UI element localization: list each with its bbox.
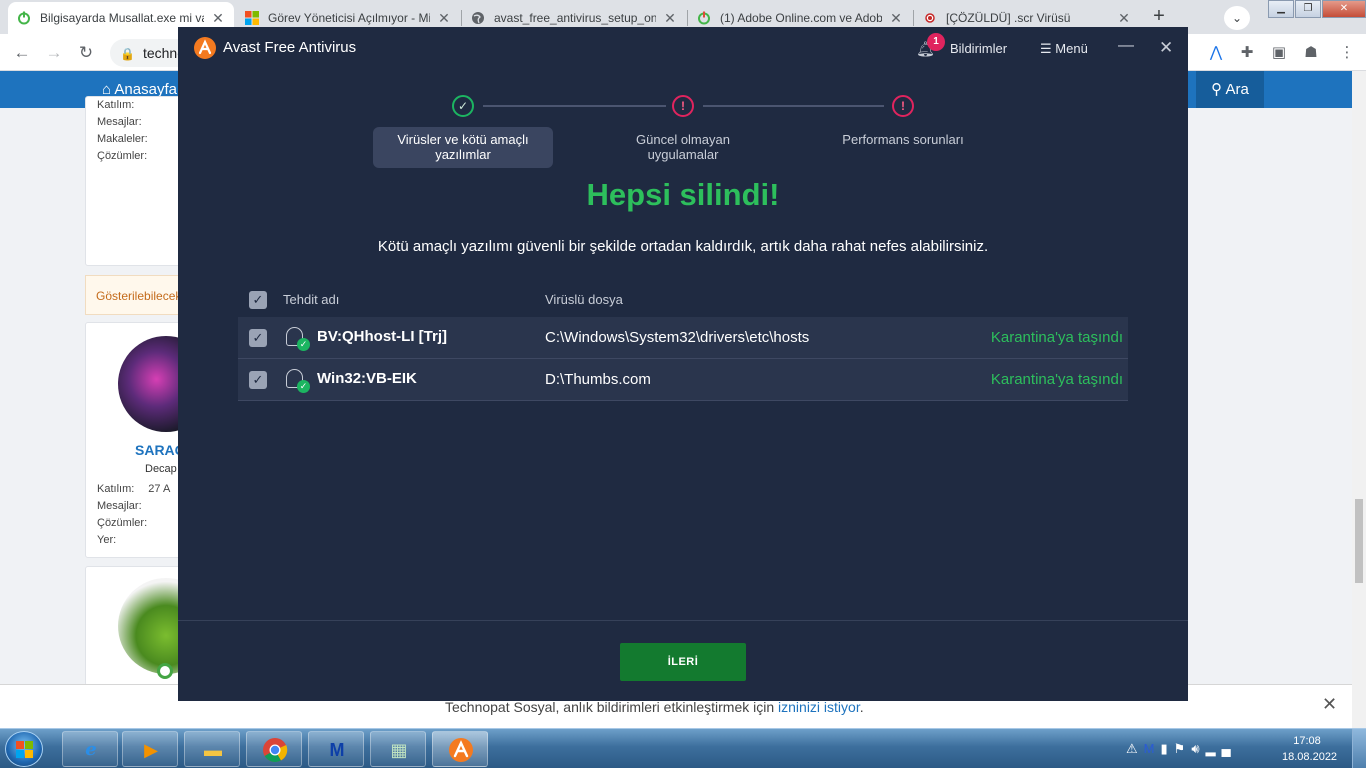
user-stats: Katılım: 27 A Mesajlar: Çözümler: Yer: [97,483,171,546]
minimize-window-button[interactable]: ▁ [1268,0,1294,18]
clock[interactable]: 17:08 18.08.2022 [1282,733,1337,765]
back-arrow-icon[interactable]: ← [10,41,34,65]
close-tab-icon[interactable]: ✕ [1116,10,1132,27]
column-header-file: Virüslü dosya [545,292,623,307]
ghost-threat-icon: ✓ [286,369,310,393]
search-icon: ⚲ [1211,81,1226,98]
network-warning-icon[interactable]: ⚑ [1174,741,1192,756]
restore-window-button[interactable]: ❐ [1295,0,1321,18]
menu-button[interactable]: ☰ Menü [1040,41,1088,57]
avast-icon[interactable] [432,731,488,767]
permission-link[interactable]: izninizi istiyor [778,699,860,715]
page-scrollbar[interactable] [1352,71,1366,729]
close-button[interactable]: ✕ [1159,38,1173,58]
threat-status: Karantina'ya taşındı [990,371,1123,388]
column-header-threat: Tehdit adı [283,292,340,307]
battery-icon[interactable]: ▮ [1161,741,1174,756]
media-player-icon[interactable]: ▶ [122,731,178,767]
malwarebytes-icon[interactable]: M [308,731,364,767]
user-stats: Katılım: Mesajlar: Makaleler: Çözümler: [97,99,148,162]
malwarebytes-tray-icon[interactable]: M [1144,741,1161,756]
profile-avatar-icon[interactable]: ☗ [1300,42,1322,64]
step-warning-icon: ! [892,95,914,117]
extension-icon[interactable]: ⋀ [1205,42,1227,64]
more-menu-icon[interactable]: ⋮ [1336,42,1358,64]
user-role: Decap [145,463,177,475]
step-warning-icon: ! [672,95,694,117]
step-done-check-icon: ✓ [452,95,474,117]
footer-divider [178,620,1188,621]
power-icon [696,10,712,26]
power-icon [16,10,32,26]
notifications-button[interactable]: Bildirimler [950,41,1007,56]
stepper-line [483,105,666,107]
threat-name: BV:QHhost-LI [Trj] [317,328,447,345]
close-tab-icon[interactable]: ✕ [662,10,678,27]
tab-search-icon[interactable]: ⌄ [1224,6,1250,30]
result-description: Kötü amaçlı yazılımı güvenli bir şekilde… [377,238,989,255]
new-tab-button[interactable]: + [1148,6,1170,28]
scrollbar-thumb[interactable] [1355,499,1363,583]
stepper-line [703,105,884,107]
table-row[interactable]: ✓ ✓ Win32:VB-EIK D:\Thumbs.com Karantina… [238,359,1128,401]
side-panel-icon[interactable]: ▣ [1268,42,1290,64]
volume-icon[interactable]: 🔊︎ [1191,741,1205,756]
reload-icon[interactable]: ↻ [74,41,98,65]
close-tab-icon[interactable]: ✕ [210,10,226,27]
puzzle-extensions-icon[interactable]: ✚ [1236,42,1258,64]
record-icon [922,10,938,26]
table-row[interactable]: ✓ ✓ BV:QHhost-LI [Trj] C:\Windows\System… [238,317,1128,359]
ghost-threat-icon: ✓ [286,327,310,351]
forward-arrow-icon[interactable]: → [42,41,66,65]
start-button[interactable] [5,731,43,767]
step-outdated-apps[interactable]: Güncel olmayan uygulamalar [593,127,773,167]
chrome-icon[interactable] [246,731,302,767]
close-window-button[interactable]: ✕ [1322,0,1366,18]
hamburger-icon: ☰ [1040,41,1056,56]
threat-name: Win32:VB-EIK [317,370,417,387]
online-status-icon [157,663,173,679]
threat-status: Karantina'ya taşındı [990,329,1123,346]
step-performance[interactable]: Performans sorunları [813,127,993,152]
step-viruses[interactable]: Virüsler ve kötü amaçlı yazılımlar [373,127,553,168]
pixel-app-icon[interactable]: ▦ [370,731,426,767]
site-search-button[interactable]: ⚲ Ara [1196,71,1264,108]
globe-icon [470,10,486,26]
row-checkbox[interactable]: ✓ [249,329,267,347]
internet-explorer-icon[interactable]: e [62,731,118,767]
system-tray[interactable]: ⚠M▮⚑🔊︎▂▄ [1126,741,1237,757]
windows-taskbar: e ▶ ▬ M ▦ ⚠M▮⚑🔊︎▂▄ 17:08 18.08.2022 [0,728,1366,768]
infected-file-path: D:\Thumbs.com [545,371,651,388]
avast-window: Avast Free Antivirus 🔔︎ 1 Bildirimler ☰ … [178,27,1188,701]
notification-count-badge: 1 [927,33,945,51]
window-controls: ▁ ❐ ✕ [1267,0,1366,20]
windows-flag-icon [16,741,34,759]
infected-file-path: C:\Windows\System32\drivers\etc\hosts [545,329,810,346]
close-icon[interactable]: ✕ [1322,694,1337,715]
lock-icon: 🔒 [120,47,135,61]
app-title: Avast Free Antivirus [223,39,357,56]
notice-banner: Gösterilebilecek [85,275,185,315]
minimize-button[interactable]: — [1118,37,1134,55]
explorer-folder-icon[interactable]: ▬ [184,731,240,767]
windows-icon [244,10,260,26]
avast-titlebar: Avast Free Antivirus 🔔︎ 1 Bildirimler ☰ … [178,27,1188,69]
close-tab-icon[interactable]: ✕ [888,10,904,27]
next-button[interactable]: İLERİ [620,643,746,681]
close-tab-icon[interactable]: ✕ [436,10,452,27]
show-desktop-button[interactable] [1352,729,1366,768]
tray-app-icon[interactable]: ⚠ [1126,741,1144,756]
row-checkbox[interactable]: ✓ [249,371,267,389]
signal-icon[interactable]: ▂▄ [1206,741,1237,756]
select-all-checkbox[interactable]: ✓ [249,291,267,309]
avast-logo-icon [194,37,216,59]
result-headline: Hepsi silindi! [586,177,780,212]
